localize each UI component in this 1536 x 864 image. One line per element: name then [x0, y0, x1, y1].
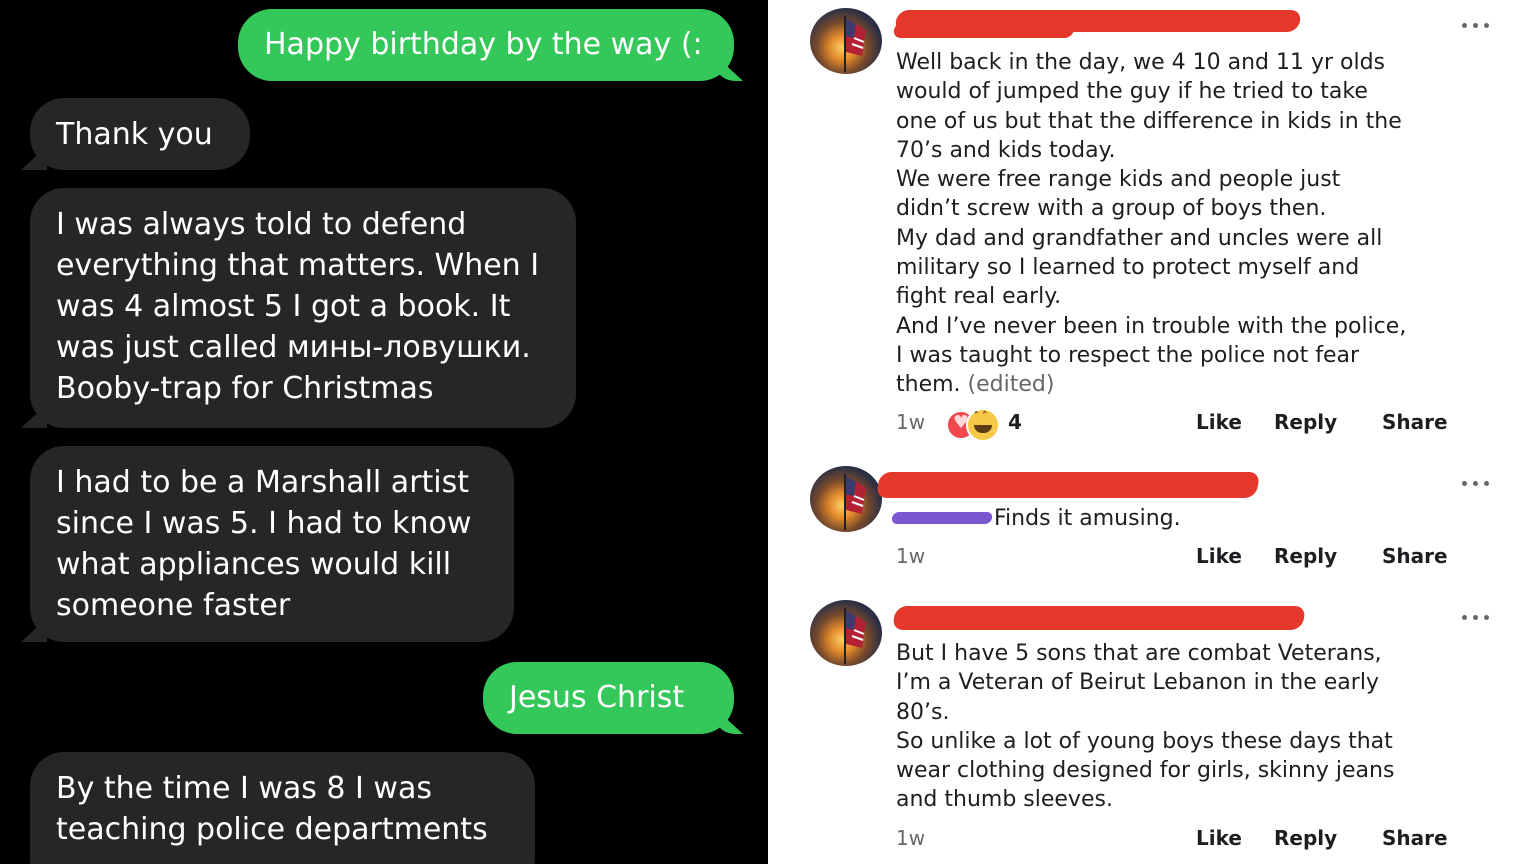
comment-thread: Well back in the day, we 4 10 and 11 yr …	[768, 0, 1536, 864]
redaction-mark	[892, 22, 1076, 38]
message-text: By the time I was 8 I was teaching polic…	[56, 771, 488, 847]
more-options-icon[interactable]	[1460, 20, 1494, 30]
comment-timestamp[interactable]: 1w	[896, 544, 925, 568]
share-button[interactable]: Share	[1382, 544, 1448, 568]
received-message-bubble[interactable]: I had to be a Marshall artist since I wa…	[30, 446, 514, 642]
like-button[interactable]: Like	[1196, 410, 1242, 434]
comment-actions: 1w Like Reply Share	[896, 826, 1456, 856]
reaction-count: 4	[1008, 410, 1022, 434]
sent-message-bubble[interactable]: Happy birthday by the way (:	[238, 9, 734, 81]
received-message-bubble[interactable]: Thank you	[30, 98, 250, 170]
reply-button[interactable]: Reply	[1274, 826, 1337, 850]
share-button[interactable]: Share	[1382, 410, 1448, 434]
comment-body: Well back in the day, we 4 10 and 11 yr …	[896, 50, 1407, 398]
comment-text: But I have 5 sons that are combat Vetera…	[896, 641, 1395, 813]
comment-text: Well back in the day, we 4 10 and 11 yr …	[896, 48, 1466, 400]
comment-text: Finds it amusing.	[994, 506, 1181, 531]
more-options-icon[interactable]	[1460, 612, 1494, 622]
reply-button[interactable]: Reply	[1274, 544, 1337, 568]
like-button[interactable]: Like	[1196, 544, 1242, 568]
comment-timestamp[interactable]: 1w	[896, 410, 925, 434]
edited-label: (edited)	[967, 372, 1055, 398]
american-flag-sunset-avatar[interactable]	[810, 8, 882, 74]
message-text: I had to be a Marshall artist since I wa…	[56, 465, 472, 623]
message-text: Thank you	[56, 117, 213, 152]
received-message-bubble[interactable]: By the time I was 8 I was teaching polic…	[30, 752, 535, 864]
comment-actions: 1w Like Reply Share	[896, 544, 1456, 574]
message-text: I was always told to defend everything t…	[56, 207, 540, 406]
message-text: Happy birthday by the way (:	[264, 27, 703, 62]
redacted-author-name	[891, 606, 1307, 630]
message-text: Jesus Christ	[509, 680, 685, 715]
more-options-icon[interactable]	[1460, 478, 1494, 488]
haha-reaction-icon	[966, 408, 1000, 442]
reply-button[interactable]: Reply	[1274, 410, 1337, 434]
like-button[interactable]: Like	[1196, 826, 1242, 850]
received-message-bubble[interactable]: I was always told to defend everything t…	[30, 188, 576, 428]
comment-actions: 1w 4 Like Reply Share	[896, 408, 1456, 442]
share-button[interactable]: Share	[1382, 826, 1448, 850]
redaction-mark	[890, 512, 994, 524]
american-flag-sunset-avatar[interactable]	[810, 466, 882, 532]
sent-message-bubble[interactable]: Jesus Christ	[483, 662, 734, 734]
redacted-author-name	[875, 472, 1261, 498]
american-flag-sunset-avatar[interactable]	[810, 600, 882, 666]
comment-timestamp[interactable]: 1w	[896, 826, 925, 850]
message-thread: Happy birthday by the way (: Thank you I…	[0, 0, 768, 864]
